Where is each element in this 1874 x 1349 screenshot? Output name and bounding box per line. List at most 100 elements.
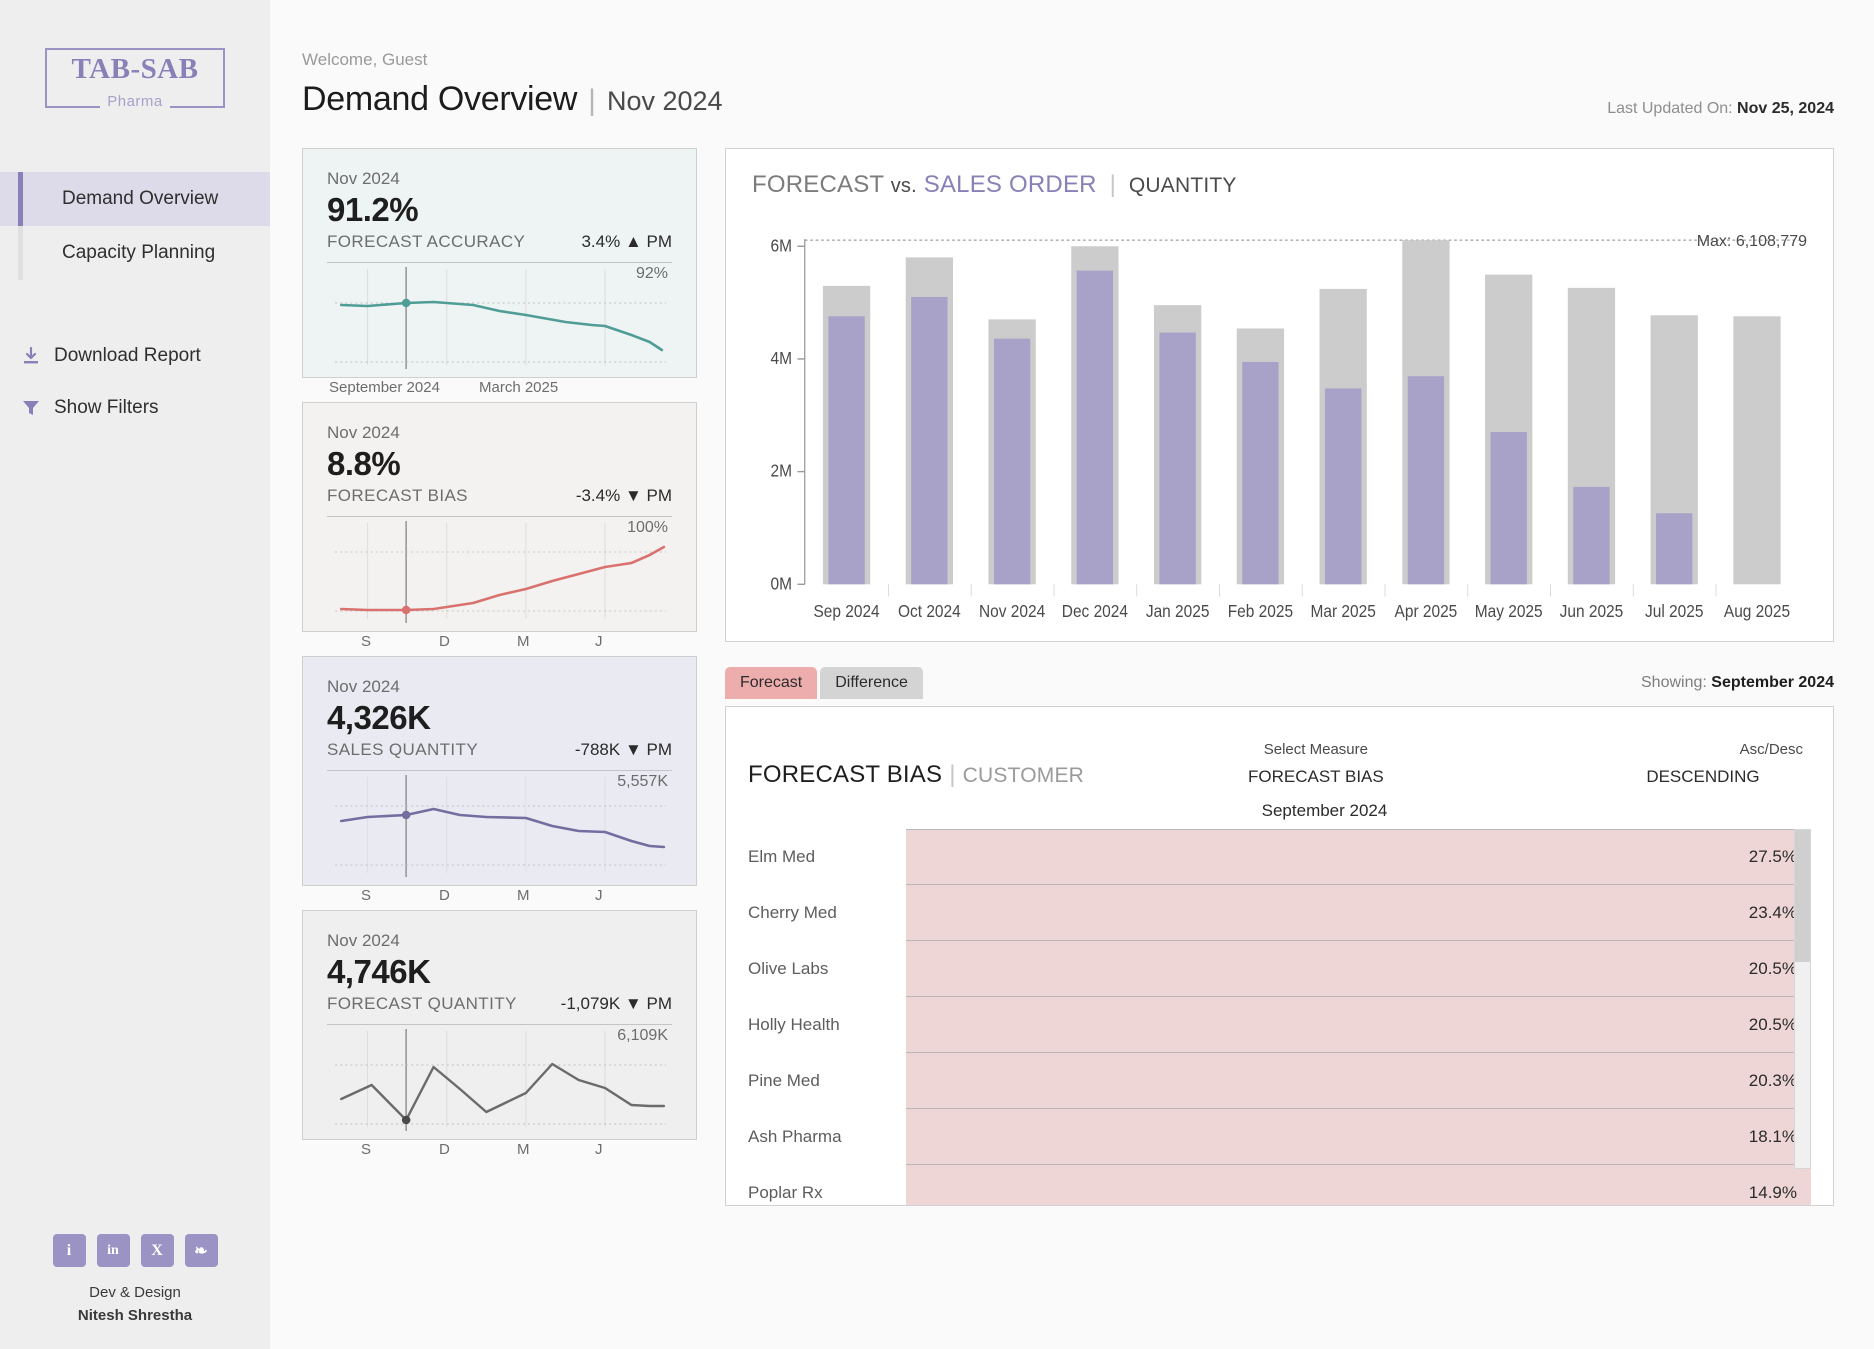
- share-icon[interactable]: ❧: [184, 1234, 218, 1267]
- table-row[interactable]: Pine Med 20.3%: [748, 1053, 1811, 1109]
- last-updated-label: Last Updated On:: [1607, 100, 1738, 117]
- last-updated: Last Updated On: Nov 25, 2024: [1607, 100, 1834, 118]
- customer-name: Poplar Rx: [748, 1183, 823, 1202]
- sidebar-item-capacity-planning[interactable]: Capacity Planning: [0, 226, 270, 280]
- sort-order-control: Asc/Desc DESCENDING: [1603, 741, 1803, 787]
- axis-tick: D: [439, 633, 450, 650]
- show-filters-button[interactable]: Show Filters: [0, 382, 270, 434]
- forecast-quantity-sparkline: 6,109K: [327, 1027, 672, 1139]
- download-report-label: Download Report: [54, 345, 201, 366]
- kpi-label: FORECAST QUANTITY: [327, 994, 517, 1013]
- info-glyph: i: [66, 1241, 72, 1259]
- kpi-delta: -3.4% ▼ PM: [575, 486, 672, 505]
- title-separator: |: [588, 84, 596, 117]
- kpi-delta: 3.4% ▲ PM: [581, 232, 672, 251]
- sparkline-axis: September 2024 March 2025: [327, 379, 672, 399]
- customer-name: Elm Med: [748, 847, 816, 866]
- sidebar-tools: Download Report Show Filters: [0, 330, 270, 434]
- social-links: i in X ❧: [0, 1234, 270, 1267]
- bias-bar: 14.9%: [906, 1165, 1811, 1205]
- svg-text:Jun 2025: Jun 2025: [1560, 602, 1624, 621]
- sort-order-label: Asc/Desc: [1739, 741, 1803, 758]
- svg-text:Aug 2025: Aug 2025: [1724, 602, 1790, 621]
- kpi-period: Nov 2024: [327, 931, 400, 950]
- svg-text:Oct 2024: Oct 2024: [898, 602, 961, 621]
- customer-name: Ash Pharma: [748, 1127, 842, 1146]
- select-measure-value[interactable]: FORECAST BIAS: [1248, 767, 1384, 787]
- svg-text:May 2025: May 2025: [1475, 602, 1543, 621]
- bias-list-scrollbar[interactable]: [1794, 829, 1811, 1169]
- kpi-divider: [327, 1024, 672, 1025]
- content-area: Nov 2024 91.2% FORECAST ACCURACY 3.4% ▲ …: [302, 148, 1834, 1206]
- kpi-card-sales-quantity[interactable]: Nov 2024 4,326K SALES QUANTITY -788K ▼ P…: [302, 656, 697, 904]
- table-row[interactable]: Poplar Rx 14.9%: [748, 1165, 1811, 1205]
- table-row[interactable]: Cherry Med 23.4%: [748, 885, 1811, 941]
- kpi-label: SALES QUANTITY: [327, 740, 479, 759]
- bias-value: 18.1%: [1748, 1126, 1797, 1146]
- svg-text:Feb 2025: Feb 2025: [1228, 602, 1293, 621]
- kpi-column: Nov 2024 91.2% FORECAST ACCURACY 3.4% ▲ …: [302, 148, 697, 1206]
- showing-prefix: Showing:: [1641, 674, 1712, 691]
- download-report-button[interactable]: Download Report: [0, 330, 270, 382]
- bias-chart-month: September 2024: [1261, 801, 1388, 820]
- kpi-card-forecast-accuracy[interactable]: Nov 2024 91.2% FORECAST ACCURACY 3.4% ▲ …: [302, 148, 697, 396]
- sparkline-axis: S D M J: [327, 633, 672, 653]
- axis-tick: D: [439, 1141, 450, 1158]
- kpi-card-forecast-bias[interactable]: Nov 2024 8.8% FORECAST BIAS -3.4% ▼ PM 1…: [302, 402, 697, 650]
- axis-tick: S: [361, 633, 372, 650]
- kpi-value: 4,326K: [327, 699, 431, 736]
- page-title: Demand Overview: [302, 80, 578, 118]
- tab-difference[interactable]: Difference: [820, 667, 923, 699]
- kpi-divider: [327, 262, 672, 263]
- bias-value: 20.5%: [1748, 1014, 1797, 1034]
- page-period: Nov 2024: [606, 86, 723, 116]
- bias-bar: 20.5%: [906, 997, 1811, 1053]
- sidebar-item-label: Capacity Planning: [62, 242, 216, 263]
- share-glyph: ❧: [194, 1242, 208, 1260]
- table-row[interactable]: Ash Pharma 18.1%: [748, 1109, 1811, 1165]
- last-updated-value: Nov 25, 2024: [1737, 100, 1834, 117]
- svg-text:Mar 2025: Mar 2025: [1311, 602, 1376, 621]
- sort-order-value[interactable]: DESCENDING: [1603, 767, 1803, 787]
- forecast-accuracy-sparkline: 92%: [327, 265, 672, 377]
- logo-subtitle: Pharma: [100, 93, 170, 110]
- bias-panel-title: FORECAST BIAS | CUSTOMER: [748, 761, 1084, 789]
- table-row[interactable]: Holly Health 20.5%: [748, 997, 1811, 1053]
- svg-text:2M: 2M: [771, 462, 792, 481]
- customer-name: Holly Health: [748, 1015, 840, 1034]
- x-twitter-icon[interactable]: X: [140, 1234, 174, 1267]
- svg-text:0M: 0M: [771, 575, 792, 594]
- sparkline-max-label: 100%: [627, 519, 668, 536]
- kpi-period: Nov 2024: [327, 169, 400, 188]
- credit-author: Nitesh Shrestha: [77, 1306, 193, 1324]
- table-row[interactable]: Elm Med 27.5%: [748, 829, 1811, 885]
- tab-forecast[interactable]: Forecast: [725, 667, 818, 699]
- sales-quantity-sparkline: 5,557K: [327, 773, 672, 885]
- select-measure-control: Select Measure FORECAST BIAS: [1248, 741, 1384, 787]
- title-pipe: |: [1109, 171, 1116, 198]
- kpi-card-forecast-quantity[interactable]: Nov 2024 4,746K FORECAST QUANTITY -1,079…: [302, 910, 697, 1158]
- title-sales-order: SALES ORDER: [923, 171, 1097, 198]
- linkedin-icon[interactable]: in: [96, 1234, 130, 1267]
- svg-text:Sep 2024: Sep 2024: [813, 602, 879, 621]
- kpi-period: Nov 2024: [327, 677, 400, 696]
- forecast-bias-sparkline: 100%: [327, 519, 672, 631]
- scrollbar-thumb[interactable]: [1795, 830, 1810, 962]
- bias-title-pipe: |: [949, 761, 956, 788]
- sidebar-item-demand-overview[interactable]: Demand Overview: [0, 172, 270, 226]
- credit-role: Dev & Design: [89, 1284, 181, 1301]
- title-quantity: QUANTITY: [1128, 174, 1237, 197]
- info-icon[interactable]: i: [52, 1234, 86, 1267]
- bias-dimension: CUSTOMER: [962, 764, 1085, 787]
- table-row[interactable]: Olive Labs 20.5%: [748, 941, 1811, 997]
- forecast-vs-sales-panel: FORECAST vs. SALES ORDER | QUANTITY Max:…: [725, 148, 1834, 642]
- axis-tick: March 2025: [479, 379, 559, 396]
- max-annotation: Max: 6,108,779: [1696, 233, 1807, 250]
- brand-logo: TAB-SAB Pharma: [45, 48, 225, 110]
- credit: Dev & Design Nitesh Shrestha: [0, 1282, 270, 1327]
- customer-name: Cherry Med: [748, 903, 837, 922]
- select-measure-label: Select Measure: [1263, 741, 1368, 758]
- svg-text:Apr 2025: Apr 2025: [1395, 602, 1458, 621]
- bias-value: 20.5%: [1748, 958, 1797, 978]
- kpi-divider: [327, 516, 672, 517]
